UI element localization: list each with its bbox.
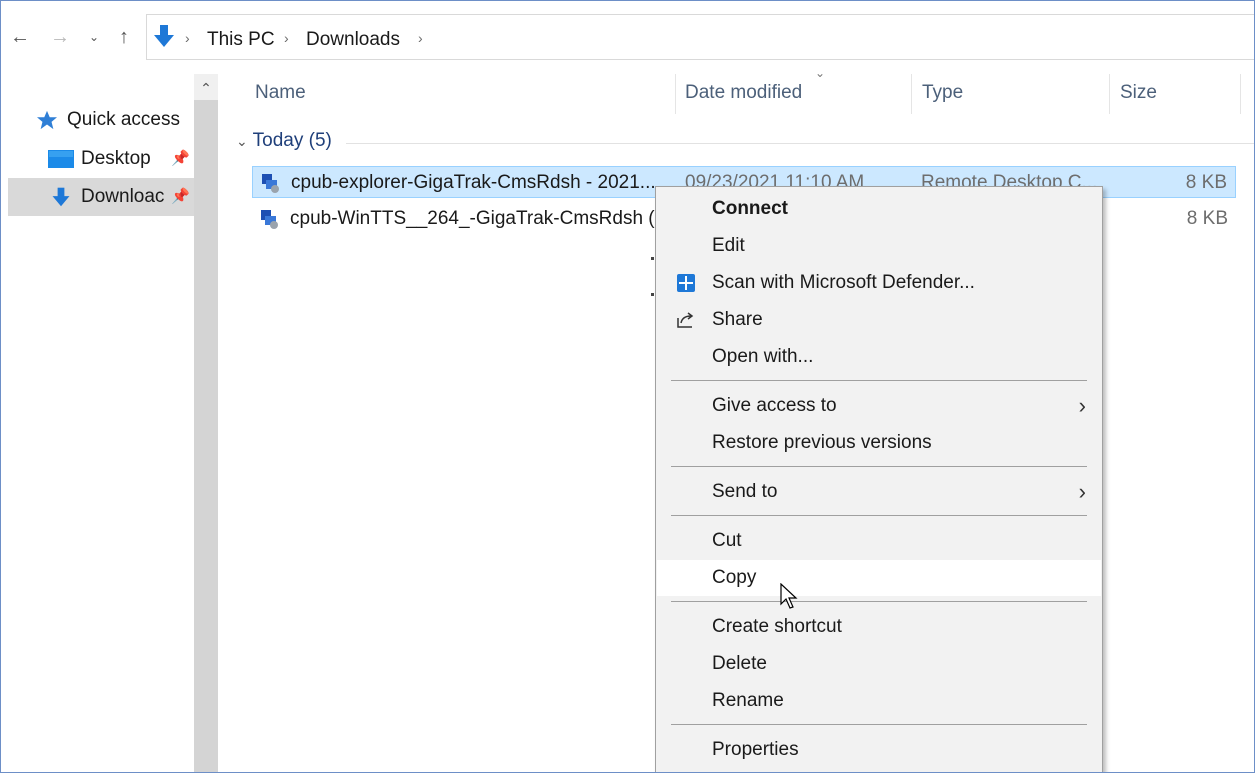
downloads-arrow-icon (52, 187, 70, 207)
nav-item-desktop[interactable]: Desktop 📌 (8, 140, 194, 178)
chevron-down-icon[interactable]: ⌄ (82, 22, 106, 52)
menu-item-label: Restore previous versions (712, 432, 932, 453)
column-date-modified[interactable]: Date modified (685, 82, 802, 104)
file-name: cpub-explorer-GigaTrak-CmsRdsh - 2021... (291, 172, 656, 193)
nav-item-label: Desktop (81, 148, 151, 169)
menu-item-properties[interactable]: Properties (657, 732, 1101, 768)
breadcrumb-separator[interactable]: › (185, 30, 190, 46)
file-name: cpub-WinTTS__264_-GigaTrak-CmsRdsh (... (290, 208, 671, 229)
column-type[interactable]: Type (922, 82, 963, 104)
file-size: 8 KB (1186, 208, 1228, 229)
submenu-arrow-icon: › (1078, 479, 1086, 504)
menu-item-copy[interactable]: Copy (657, 560, 1101, 596)
context-menu: Connect Edit Scan with Microsoft Defende… (655, 186, 1103, 773)
breadcrumb-downloads[interactable]: Downloads (306, 29, 400, 51)
file-size: 8 KB (1185, 172, 1227, 193)
column-divider[interactable] (911, 74, 912, 114)
menu-item-label: Properties (712, 739, 799, 760)
menu-item-label: Open with... (712, 346, 814, 367)
address-row: ← → ⌄ ↑ › This PC › Downloads › (0, 0, 1255, 74)
desktop-icon (48, 150, 74, 168)
pin-icon[interactable]: 📌 (171, 140, 190, 178)
nav-item-label: Quick access (67, 109, 180, 130)
star-icon (37, 110, 57, 130)
submenu-arrow-icon: › (1078, 393, 1086, 418)
menu-item-scan-defender[interactable]: Scan with Microsoft Defender... (657, 265, 1101, 301)
chevron-down-icon: ⌄ (236, 133, 248, 149)
navigation-pane: Quick access Desktop 📌 Downloac 📌 (8, 74, 194, 773)
menu-item-rename[interactable]: Rename (657, 683, 1101, 719)
remote-desktop-file-icon (261, 210, 278, 229)
menu-separator (671, 515, 1087, 516)
group-header-today[interactable]: ⌄ Today (5) (236, 130, 332, 152)
menu-item-cut[interactable]: Cut (657, 523, 1101, 559)
menu-item-label: Delete (712, 653, 767, 674)
menu-item-restore-versions[interactable]: Restore previous versions (657, 425, 1101, 461)
breadcrumb-separator[interactable]: › (418, 30, 423, 46)
column-divider[interactable] (1240, 74, 1241, 114)
address-bar[interactable]: › This PC › Downloads › (146, 14, 1255, 60)
menu-item-edit[interactable]: Edit (657, 228, 1101, 264)
menu-item-label: Edit (712, 235, 745, 256)
group-divider (346, 143, 1255, 144)
nav-scrollbar[interactable]: ⌃ (194, 74, 218, 773)
stray-dot (651, 293, 654, 296)
up-arrow-icon[interactable]: ↑ (112, 22, 136, 52)
nav-item-downloads[interactable]: Downloac 📌 (8, 178, 194, 216)
menu-item-label: Give access to (712, 395, 837, 416)
breadcrumb-this-pc[interactable]: This PC (207, 29, 275, 51)
menu-item-delete[interactable]: Delete (657, 646, 1101, 682)
menu-item-connect[interactable]: Connect (657, 191, 1101, 227)
column-name[interactable]: Name (255, 82, 306, 104)
column-divider[interactable] (675, 74, 676, 114)
menu-item-label: Share (712, 309, 763, 330)
menu-item-give-access[interactable]: Give access to › (657, 388, 1101, 424)
menu-item-create-shortcut[interactable]: Create shortcut (657, 609, 1101, 645)
column-divider[interactable] (1109, 74, 1110, 114)
downloads-arrow-icon (154, 25, 174, 47)
menu-item-send-to[interactable]: Send to › (657, 474, 1101, 510)
menu-item-label: Rename (712, 690, 784, 711)
nav-item-label: Downloac (81, 186, 165, 207)
menu-item-share[interactable]: Share (657, 302, 1101, 338)
pin-icon[interactable]: 📌 (171, 178, 190, 216)
back-arrow-icon[interactable]: ← (8, 22, 32, 52)
nav-item-quick-access[interactable]: Quick access (8, 101, 194, 139)
menu-item-label: Copy (712, 567, 757, 588)
forward-arrow-icon[interactable]: → (48, 22, 72, 52)
menu-item-open-with[interactable]: Open with... (657, 339, 1101, 375)
menu-item-label: Scan with Microsoft Defender... (712, 272, 975, 293)
column-size[interactable]: Size (1120, 82, 1157, 104)
defender-shield-icon (677, 274, 695, 292)
menu-separator (671, 466, 1087, 467)
menu-separator (671, 601, 1087, 602)
menu-separator (671, 380, 1087, 381)
breadcrumb-separator[interactable]: › (284, 30, 289, 46)
menu-item-label: Send to (712, 481, 778, 502)
mouse-cursor-icon (780, 583, 798, 609)
scroll-up-icon[interactable]: ⌃ (194, 74, 218, 100)
menu-item-label: Cut (712, 530, 742, 551)
stray-dot (651, 257, 654, 260)
sort-chevron-icon: ⌄ (815, 66, 826, 80)
share-icon (677, 312, 694, 328)
menu-item-label: Connect (712, 198, 788, 219)
group-label: Today (5) (252, 130, 332, 151)
menu-item-label: Create shortcut (712, 616, 842, 637)
remote-desktop-file-icon (262, 174, 279, 193)
menu-separator (671, 724, 1087, 725)
